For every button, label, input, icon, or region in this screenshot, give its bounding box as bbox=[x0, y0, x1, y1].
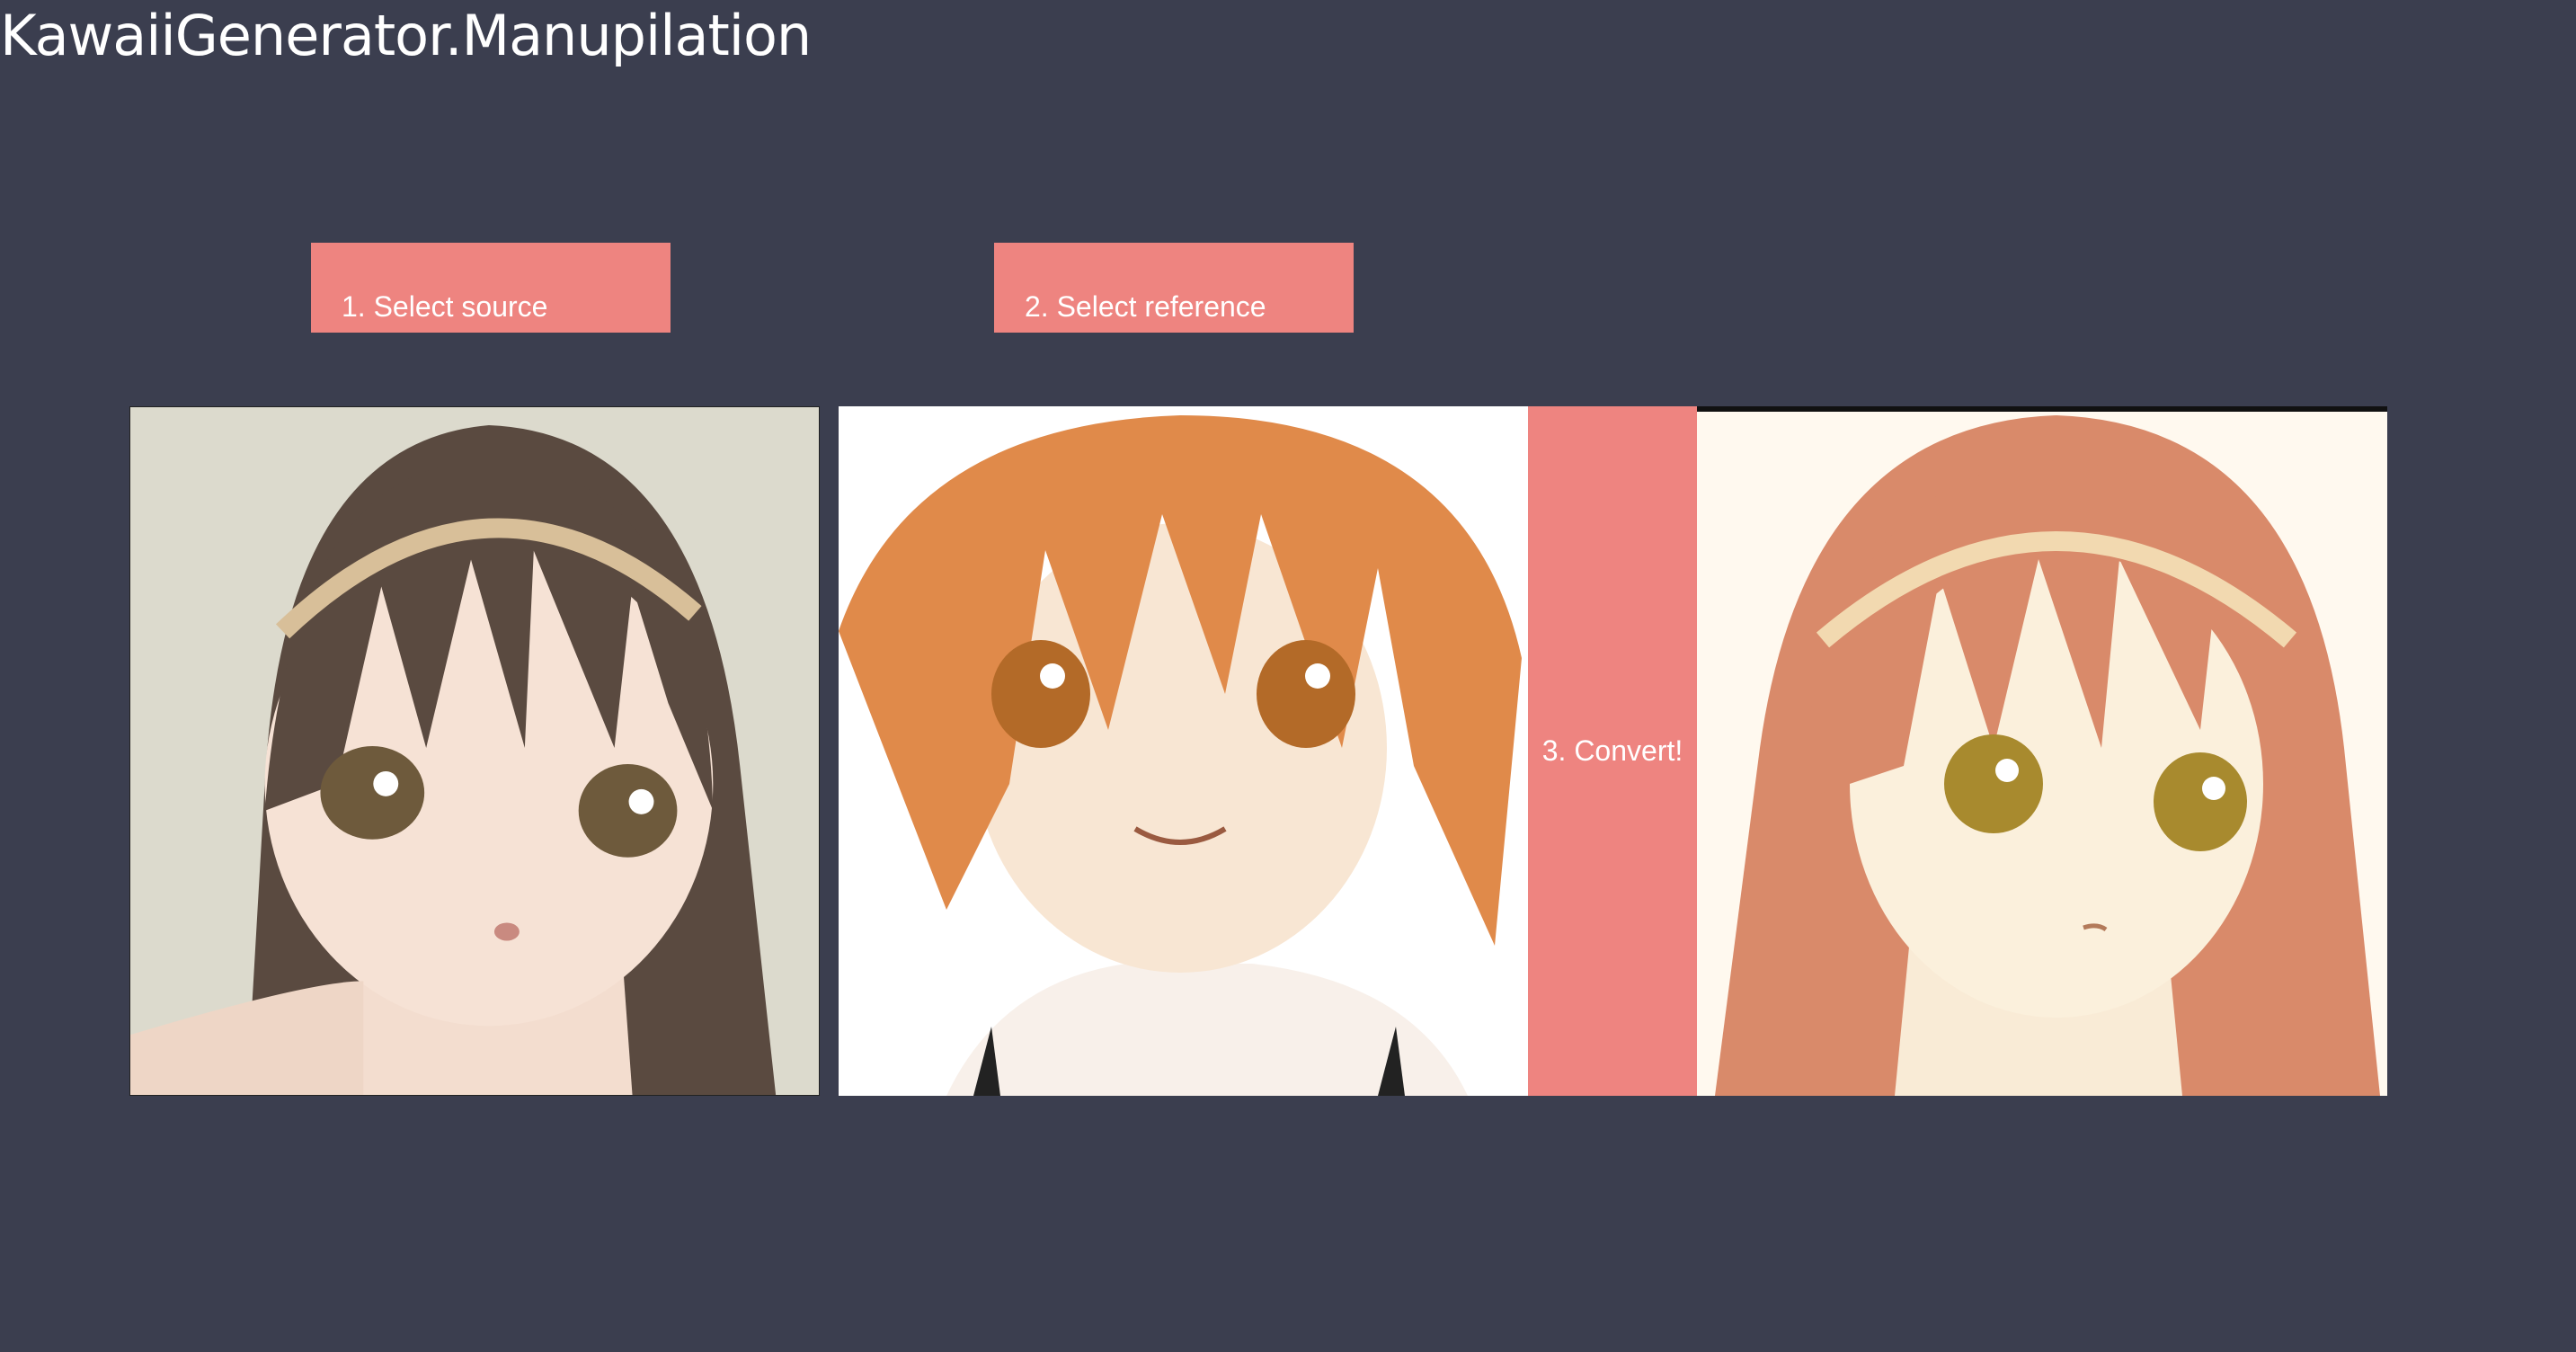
source-image bbox=[129, 406, 820, 1096]
result-image bbox=[1697, 406, 2387, 1096]
anime-portrait-orange-short-hair bbox=[839, 406, 1529, 1096]
select-source-button[interactable]: 1. Select source bbox=[311, 243, 671, 333]
convert-button[interactable]: 3. Convert! bbox=[1528, 406, 1697, 1096]
anime-portrait-auburn-long-hair bbox=[1697, 406, 2387, 1096]
page-title: KawaiiGenerator.Manupilation bbox=[0, 3, 812, 68]
select-reference-button[interactable]: 2. Select reference bbox=[994, 243, 1354, 333]
anime-portrait-dark-hair bbox=[130, 407, 819, 1095]
reference-image bbox=[839, 406, 1529, 1096]
app-root: KawaiiGenerator.Manupilation 1. Select s… bbox=[0, 0, 2576, 1352]
